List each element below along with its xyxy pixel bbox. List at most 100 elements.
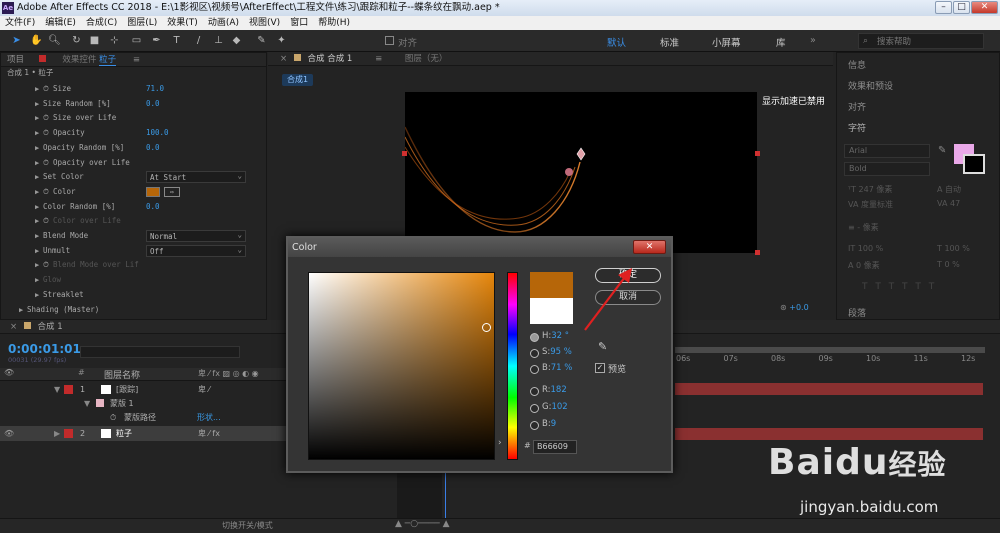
property-value[interactable]: 0.0: [146, 97, 160, 112]
effect-property-row[interactable]: ▶ Blend Mode Normal: [1, 229, 266, 244]
selection-tool-icon[interactable]: ➤: [10, 34, 23, 47]
menu-effect[interactable]: 效果(T): [162, 16, 203, 30]
property-value[interactable]: 0.0: [146, 141, 160, 156]
dialog-close-button[interactable]: ✕: [633, 240, 666, 254]
stroke-color-swatch[interactable]: [963, 154, 985, 174]
layer-switches[interactable]: 卑 ⁄: [198, 382, 210, 397]
tab-composition[interactable]: 合成 合成 1: [308, 54, 353, 64]
roto-brush-tool-icon[interactable]: ✎: [255, 34, 268, 47]
workspace-overflow-icon[interactable]: »: [810, 35, 816, 46]
pen-tool-icon[interactable]: ✒: [150, 34, 163, 47]
expand-triangle-icon[interactable]: ▶: [35, 200, 43, 215]
workspace-small-screen[interactable]: 小屏幕: [712, 35, 741, 49]
expand-triangle-icon[interactable]: ▶: [35, 141, 43, 156]
layer-property-row[interactable]: ⏱ 蒙版路径 形状...: [0, 410, 292, 425]
menu-composition[interactable]: 合成(C): [81, 16, 122, 30]
effect-property-row[interactable]: ▶ Unmult Off: [1, 244, 266, 259]
paragraph-panel-header[interactable]: 段落: [848, 306, 866, 319]
hand-tool-icon[interactable]: ✋: [30, 34, 43, 47]
effect-property-row[interactable]: ▶ ⏱ Opacity over Life: [1, 156, 266, 171]
stopwatch-icon[interactable]: ⏱: [110, 410, 116, 425]
rectangle-tool-icon[interactable]: ▭: [130, 34, 143, 47]
expand-triangle-icon[interactable]: ▶: [35, 170, 43, 185]
stopwatch-icon[interactable]: ⏱: [43, 156, 53, 171]
layer-name[interactable]: [跟踪]: [116, 382, 138, 397]
stopwatch-icon[interactable]: ⏱: [43, 126, 53, 141]
expand-triangle-icon[interactable]: ▶: [19, 303, 27, 318]
effects-presets-panel-header[interactable]: 效果和预设: [848, 79, 893, 92]
green-field[interactable]: 102: [551, 402, 567, 412]
puppet-tool-icon[interactable]: ✦: [275, 34, 288, 47]
eyedropper-icon[interactable]: ✎: [598, 340, 607, 353]
brush-tool-icon[interactable]: /: [192, 34, 205, 47]
stopwatch-icon[interactable]: ⏱: [43, 82, 53, 97]
clone-stamp-tool-icon[interactable]: ⊥: [212, 34, 225, 47]
current-timecode[interactable]: 0:00:01:01: [8, 342, 81, 356]
effect-property-row[interactable]: ▶ Set Color At Start: [1, 170, 266, 185]
expand-triangle-icon[interactable]: ▶: [35, 126, 43, 141]
workspace-library[interactable]: 库: [776, 35, 786, 49]
character-panel-header[interactable]: 字符: [848, 121, 866, 134]
comp-breadcrumb-pill[interactable]: 合成1: [282, 74, 314, 86]
text-tool-icon[interactable]: T: [170, 34, 183, 47]
expand-triangle-icon[interactable]: ▶: [35, 288, 43, 303]
hue-field[interactable]: 32 °: [551, 331, 569, 341]
eyedropper-icon[interactable]: ✎: [938, 145, 946, 156]
tab-project[interactable]: 项目: [7, 55, 24, 65]
menu-animation[interactable]: 动画(A): [203, 16, 244, 30]
original-color-swatch[interactable]: [530, 298, 573, 324]
layer-label-color[interactable]: [64, 429, 73, 438]
camera-tool-icon[interactable]: ■: [88, 34, 101, 47]
layer-search-input[interactable]: [80, 346, 240, 358]
property-value[interactable]: 71.0: [146, 82, 164, 97]
menu-window[interactable]: 窗口: [285, 16, 313, 30]
expand-layer-icon[interactable]: ▼: [54, 382, 60, 397]
tab-particles[interactable]: 粒子: [99, 55, 117, 66]
close-window-button[interactable]: ✕: [971, 1, 998, 14]
expand-triangle-icon[interactable]: ▶: [35, 82, 43, 97]
eraser-tool-icon[interactable]: ◆: [230, 34, 243, 47]
expand-triangle-icon[interactable]: ▶: [35, 185, 43, 200]
zoom-tool-icon[interactable]: 🔍︎: [48, 34, 61, 47]
close-timeline-icon[interactable]: ×: [10, 322, 17, 332]
effect-property-row[interactable]: ▶ Shading (Master): [1, 303, 266, 318]
layer-switches[interactable]: 卑 ⁄ fx: [198, 426, 220, 441]
preview-checkbox[interactable]: ✓: [595, 363, 605, 373]
tracking-field[interactable]: VA 47: [937, 199, 960, 208]
expand-layer-icon[interactable]: ▶: [54, 426, 60, 441]
menu-layer[interactable]: 图层(L): [122, 16, 162, 30]
color-swatch[interactable]: [146, 186, 160, 197]
snap-checkbox[interactable]: [385, 36, 394, 45]
effect-property-row[interactable]: ▶ Size Random [%] 0.0: [1, 97, 266, 112]
work-area-bar[interactable]: [675, 347, 985, 353]
mask-name[interactable]: 蒙版 1: [110, 396, 134, 411]
toggle-switches-modes[interactable]: 切换开关/模式: [222, 520, 273, 531]
search-help-input[interactable]: 搜索帮助: [858, 33, 984, 49]
layer-row[interactable]: ▼ 1 [跟踪] 卑 ⁄: [0, 382, 292, 397]
layer-name[interactable]: 粒子: [116, 426, 132, 441]
effect-property-row[interactable]: ▶ ⏱ Color ⇨: [1, 185, 266, 200]
effect-property-row[interactable]: ▶ ⏱ Opacity 100.0: [1, 126, 266, 141]
workspace-standard[interactable]: 标准: [660, 35, 679, 49]
workspace-default[interactable]: 默认: [607, 35, 626, 49]
property-dropdown[interactable]: Normal: [146, 229, 246, 242]
hue-slider[interactable]: [507, 272, 518, 460]
expand-triangle-icon[interactable]: ▶: [35, 244, 43, 259]
brightness-field[interactable]: 71 %: [551, 363, 573, 373]
font-size-field[interactable]: ᵀT 247 像素: [848, 184, 892, 195]
layer-row[interactable]: 👁︎ ▶ 2 粒子 卑 ⁄ fx: [0, 426, 292, 441]
effect-property-row[interactable]: ▶ ⏱ Size 71.0: [1, 82, 266, 97]
stopwatch-icon[interactable]: ⏱: [43, 258, 53, 273]
red-field[interactable]: 182: [551, 385, 567, 395]
maximize-button[interactable]: □: [953, 1, 970, 14]
panel-menu-icon[interactable]: ≡: [133, 55, 140, 65]
saturation-field[interactable]: 95 %: [550, 347, 572, 357]
align-panel-header[interactable]: 对齐: [848, 100, 866, 113]
layer-property-row[interactable]: ▼ 蒙版 1: [0, 396, 292, 411]
vertical-scale-field[interactable]: IT 100 %: [848, 244, 883, 253]
leading-field[interactable]: A 自动: [937, 184, 961, 195]
property-value[interactable]: 100.0: [146, 126, 169, 141]
effect-property-row[interactable]: ▶ ⏱ Color over Life: [1, 214, 266, 229]
expand-triangle-icon[interactable]: ▶: [35, 273, 43, 288]
saturation-brightness-field[interactable]: [308, 272, 495, 460]
